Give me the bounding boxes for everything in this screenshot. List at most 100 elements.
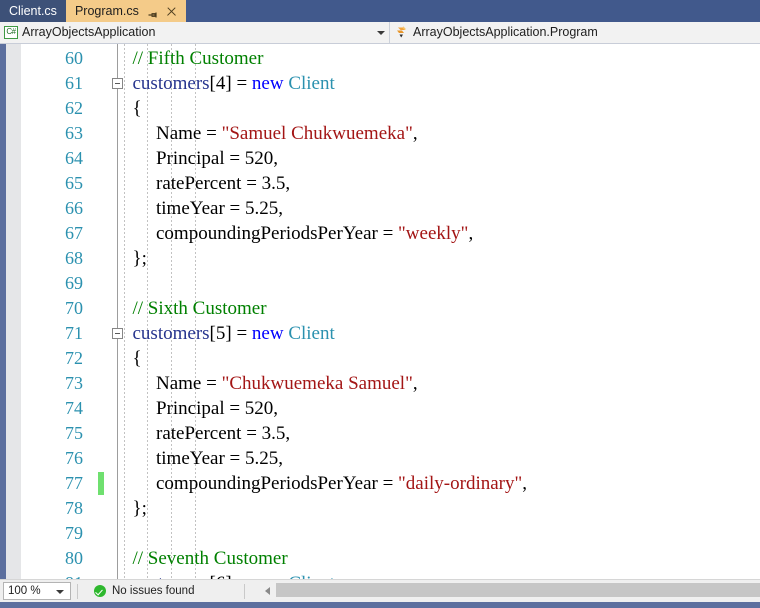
code-line[interactable]: 68}; xyxy=(21,246,760,271)
collapse-toggle-icon[interactable] xyxy=(112,78,123,89)
editor-selection-margin[interactable] xyxy=(6,44,21,579)
code-line[interactable]: 80 // Seventh Customer xyxy=(21,546,760,571)
token-plain: ratePercent = 3.5, xyxy=(156,173,291,194)
code-line[interactable]: 66 timeYear = 5.25, xyxy=(21,196,760,221)
code-text: { xyxy=(133,96,142,121)
code-line[interactable]: 78}; xyxy=(21,496,760,521)
line-number: 73 xyxy=(65,373,83,393)
token-plain: }; xyxy=(132,498,147,519)
code-line[interactable]: 73 Name = "Chukwuemeka Samuel", xyxy=(21,371,760,396)
chevron-down-icon[interactable] xyxy=(373,22,387,43)
line-number: 62 xyxy=(65,98,83,118)
code-text: customers[4] = new Client xyxy=(133,71,335,96)
code-line[interactable]: 65 ratePercent = 3.5, xyxy=(21,171,760,196)
line-number: 70 xyxy=(65,298,83,318)
code-editor[interactable]: 60 // Fifth Customer 61 customers[4] = new … xyxy=(0,44,760,579)
token-keyword: new xyxy=(251,73,284,94)
code-line[interactable]: 75 ratePercent = 3.5, xyxy=(21,421,760,446)
code-text: compoundingPeriodsPerYear = "daily-ordin… xyxy=(156,471,527,496)
collapse-toggle-icon[interactable] xyxy=(112,328,123,339)
token-string: "daily-ordinary" xyxy=(398,473,523,494)
token-plain: Name = xyxy=(156,123,222,144)
chevron-down-icon[interactable] xyxy=(56,590,64,594)
token-plain: Principal = 520, xyxy=(156,148,279,169)
token-plain: , xyxy=(522,473,527,494)
line-number: 61 xyxy=(65,73,83,93)
token-plain: Principal = 520, xyxy=(156,398,279,419)
arrow-left-icon[interactable] xyxy=(260,582,276,599)
line-number: 72 xyxy=(65,348,83,368)
scrollbar-track[interactable] xyxy=(276,582,760,599)
horizontal-scrollbar[interactable] xyxy=(260,582,760,599)
code-text: }; xyxy=(133,496,147,521)
code-text: { xyxy=(133,346,142,371)
line-number: 78 xyxy=(65,498,83,518)
code-line[interactable]: 62 { xyxy=(21,96,760,121)
code-text: Principal = 520, xyxy=(156,396,278,421)
code-surface[interactable]: 60 // Fifth Customer 61 customers[4] = new … xyxy=(21,44,760,579)
line-number: 76 xyxy=(65,448,83,468)
code-text: timeYear = 5.25, xyxy=(156,196,283,221)
code-line[interactable]: 77 compoundingPeriodsPerYear = "daily-ord… xyxy=(21,471,760,496)
zoom-level-dropdown[interactable]: 100 % xyxy=(3,582,71,600)
line-number: 64 xyxy=(65,148,83,168)
token-plain: , xyxy=(468,223,474,244)
code-line[interactable]: 81 customers[6] = new Client xyxy=(21,571,760,579)
token-plain: [5] = xyxy=(209,323,252,344)
code-line[interactable]: 79 xyxy=(21,521,760,546)
code-line[interactable]: 72 { xyxy=(21,346,760,371)
pin-icon[interactable] xyxy=(148,6,159,17)
code-text: ratePercent = 3.5, xyxy=(156,171,290,196)
token-plain: { xyxy=(132,348,142,369)
tab-label: Client.cs xyxy=(9,4,57,18)
token-plain: ratePercent = 3.5, xyxy=(156,423,291,444)
issues-status[interactable]: No issues found xyxy=(94,585,194,597)
line-number: 81 xyxy=(21,571,83,579)
code-line[interactable]: 64 Principal = 520, xyxy=(21,146,760,171)
code-line[interactable]: 61 customers[4] = new Client xyxy=(21,71,760,96)
status-separator xyxy=(77,583,78,599)
tab-client-cs[interactable]: Client.cs xyxy=(0,0,66,22)
navbar-member-dropdown[interactable]: ArrayObjectsApplication.Program xyxy=(390,22,760,43)
navbar-member-label: ArrayObjectsApplication.Program xyxy=(413,25,598,39)
close-icon[interactable] xyxy=(166,6,177,17)
status-bar: 100 % No issues found xyxy=(0,579,760,602)
token-plain: [4] = xyxy=(209,73,252,94)
navbar-project-dropdown[interactable]: C# ArrayObjectsApplication xyxy=(0,22,390,43)
token-plain: compoundingPeriodsPerYear = xyxy=(156,223,399,244)
line-number: 79 xyxy=(65,523,83,543)
code-line[interactable]: 70 // Sixth Customer xyxy=(21,296,760,321)
tab-program-cs[interactable]: Program.cs xyxy=(65,0,186,22)
tab-label: Program.cs xyxy=(74,4,139,18)
code-text: customers[5] = new Client xyxy=(133,321,335,346)
code-line[interactable]: 60 // Fifth Customer xyxy=(21,46,760,71)
code-text: }; xyxy=(133,246,147,271)
token-string: "Chukwuemeka Samuel" xyxy=(221,373,413,394)
code-line[interactable]: 67 compoundingPeriodsPerYear = "weekly", xyxy=(21,221,760,246)
token-plain: }; xyxy=(132,248,147,269)
scrollbar-thumb[interactable] xyxy=(276,583,760,597)
line-number: 68 xyxy=(65,248,83,268)
csharp-file-icon: C# xyxy=(4,26,18,39)
code-line[interactable]: 76 timeYear = 5.25, xyxy=(21,446,760,471)
check-circle-icon xyxy=(94,585,106,597)
navbar-project-label: ArrayObjectsApplication xyxy=(22,25,156,39)
line-number: 66 xyxy=(65,198,83,218)
code-line[interactable]: 71 customers[5] = new Client xyxy=(21,321,760,346)
line-number: 74 xyxy=(65,398,83,418)
token-plain: timeYear = 5.25, xyxy=(156,448,283,469)
line-number: 77 xyxy=(65,473,83,493)
line-number: 60 xyxy=(65,48,83,68)
zoom-level-label: 100 % xyxy=(8,585,41,597)
token-string: "Samuel Chukwuemeka" xyxy=(221,123,413,144)
code-text: Principal = 520, xyxy=(156,146,278,171)
token-ident: customers xyxy=(132,73,210,94)
code-line[interactable]: 63 Name = "Samuel Chukwuemeka", xyxy=(21,121,760,146)
token-plain: { xyxy=(132,98,142,119)
code-line[interactable]: 74 Principal = 520, xyxy=(21,396,760,421)
line-number: 80 xyxy=(65,548,83,568)
code-line[interactable]: 69 xyxy=(21,271,760,296)
token-plain: Name = xyxy=(156,373,222,394)
code-text: // Seventh Customer xyxy=(133,546,288,571)
code-lines[interactable]: 60 // Fifth Customer 61 customers[4] = new … xyxy=(21,46,760,579)
